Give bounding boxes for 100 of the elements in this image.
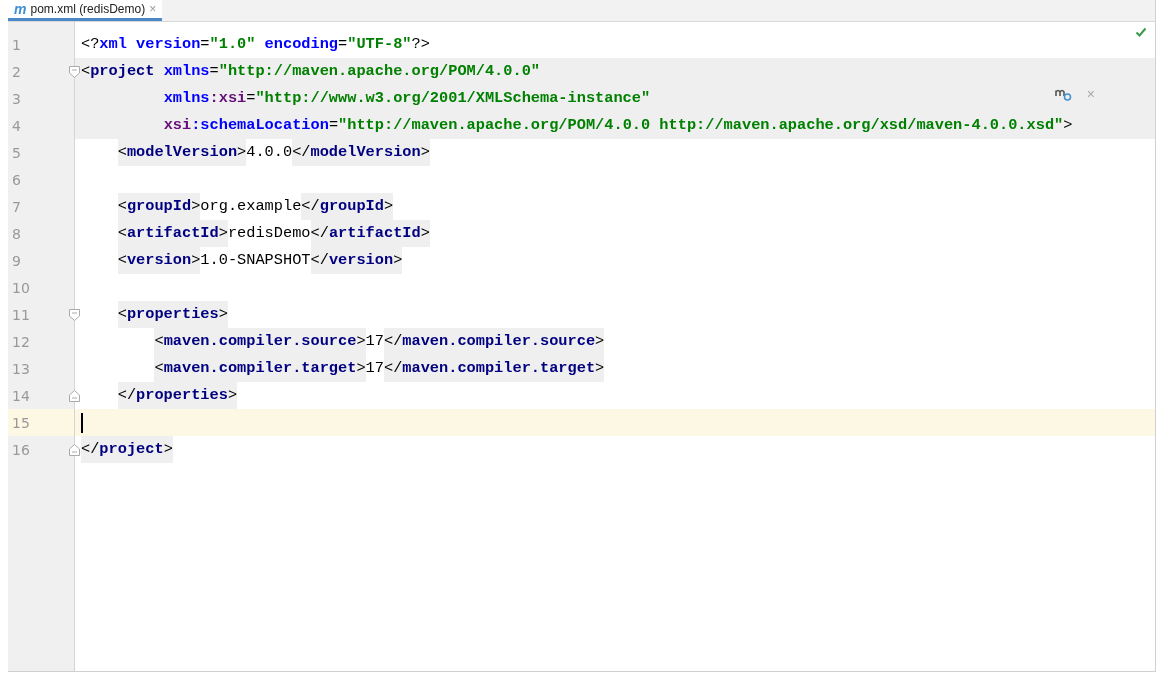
code-token: <? [81,34,100,55]
code-token: </ [383,328,403,355]
code-token: </ [292,139,311,166]
code-token: 17 [365,331,384,352]
code-token: 17 [365,358,384,379]
code-token: xmlns [163,88,210,109]
code-token: > [218,301,228,328]
code-token: artifactId [126,220,219,247]
code-token: > [356,355,366,382]
code-token: = [246,88,256,109]
line-number: 7 [11,198,21,215]
code-token: maven.compiler.source [163,328,357,355]
code-token: properties [126,301,219,328]
code-token: 4.0.0 [246,142,293,163]
maven-reload-icon[interactable] [1054,87,1073,101]
code-token: </ [301,193,320,220]
fold-icon[interactable] [69,389,80,402]
line-number: 11 [11,306,30,323]
code-token: > [191,247,201,274]
code-token: maven.compiler.target [402,355,596,382]
code-token: < [154,328,164,355]
code-token: encoding [263,34,339,55]
code-token: modelVersion [310,139,421,166]
code-token: maven.compiler.target [163,355,357,382]
code-token: "http://www.w3.org/2001/XMLSchema-instance" [255,88,651,109]
code-token: > [393,247,403,274]
code-token: > [191,193,201,220]
line-number: 2 [11,63,21,80]
code-token: groupId [319,193,384,220]
code-token: > [420,220,430,247]
code-token: < [117,301,127,328]
line-number: 10 [11,279,30,296]
code-token: = [328,115,339,136]
line-number: 16 [11,441,30,458]
fold-icon[interactable] [69,443,80,456]
code-token: > [237,139,247,166]
code-token: > [595,328,605,355]
line-number: 4 [11,117,21,134]
code-token: :schemaLocation [191,115,329,136]
code-token: project [90,61,155,82]
code-token: redisDemo [227,223,311,244]
code-token: > [383,193,394,220]
line-number: 9 [11,252,21,269]
line-number: 3 [11,90,21,107]
line-number: 15 [11,414,30,431]
line-number: 13 [11,360,30,377]
code-token: </ [81,436,100,463]
code-token: > [595,355,605,382]
text-cursor [81,412,83,433]
code-token: > [218,220,228,247]
editor-tab[interactable]: m pom.xml (redisDemo) × [8,0,163,21]
close-icon[interactable]: × [1086,86,1095,102]
code-token: > [356,328,366,355]
fold-icon[interactable] [69,65,80,78]
code-token: < [117,193,127,220]
line-number: 12 [11,333,30,350]
code-token: xml version [99,34,201,55]
code-token: > [420,139,430,166]
tab-title: pom.xml (redisDemo) [30,2,146,16]
code-token: groupId [126,193,192,220]
code-token: < [117,247,127,274]
code-token: org.example [200,196,302,217]
code-token: "http://maven.apache.org/POM/4.0.0" [218,61,540,82]
code-token: artifactId [328,220,421,247]
code-token: "1.0" [209,34,256,55]
code-token: maven.compiler.source [402,328,596,355]
code-token: = [338,34,348,55]
code-token: properties [136,382,228,409]
code-token: :xsi [209,88,247,109]
code-token: = [200,34,210,55]
code-token: < [154,355,164,382]
line-number: 6 [11,171,21,188]
fold-icon[interactable] [69,308,80,321]
code-token: > [1063,115,1073,136]
code-token: </ [310,220,329,247]
line-number: 8 [11,225,21,242]
code-token: project [99,436,164,463]
line-number: 1 [11,36,21,53]
code-token: > [227,382,238,409]
code-token: "UTF-8" [347,34,412,55]
code-token: ?> [411,34,430,55]
code-token: version [126,247,192,274]
line-number: 14 [11,387,30,404]
code-token: "http://maven.apache.org/POM/4.0.0 http://maven.apache.org/xsd/maven-4.0.0.xsd" [338,115,1064,136]
code-token: </ [310,247,329,274]
code-token: < [117,220,127,247]
code-token: </ [117,382,137,409]
close-icon[interactable]: × [149,2,157,16]
code-token: version [328,247,394,274]
code-token: < [117,139,127,166]
code-token: xsi [163,115,192,136]
file-type-icon: m [14,2,27,16]
code-token: xmlns [162,61,210,82]
code-token: < [81,61,91,82]
code-token: modelVersion [126,139,238,166]
code-token: > [163,436,173,463]
line-number: 5 [11,144,21,161]
code-token: = [209,61,219,82]
code-token: </ [383,355,403,382]
code-token: 1.0-SNAPSHOT [200,250,311,271]
